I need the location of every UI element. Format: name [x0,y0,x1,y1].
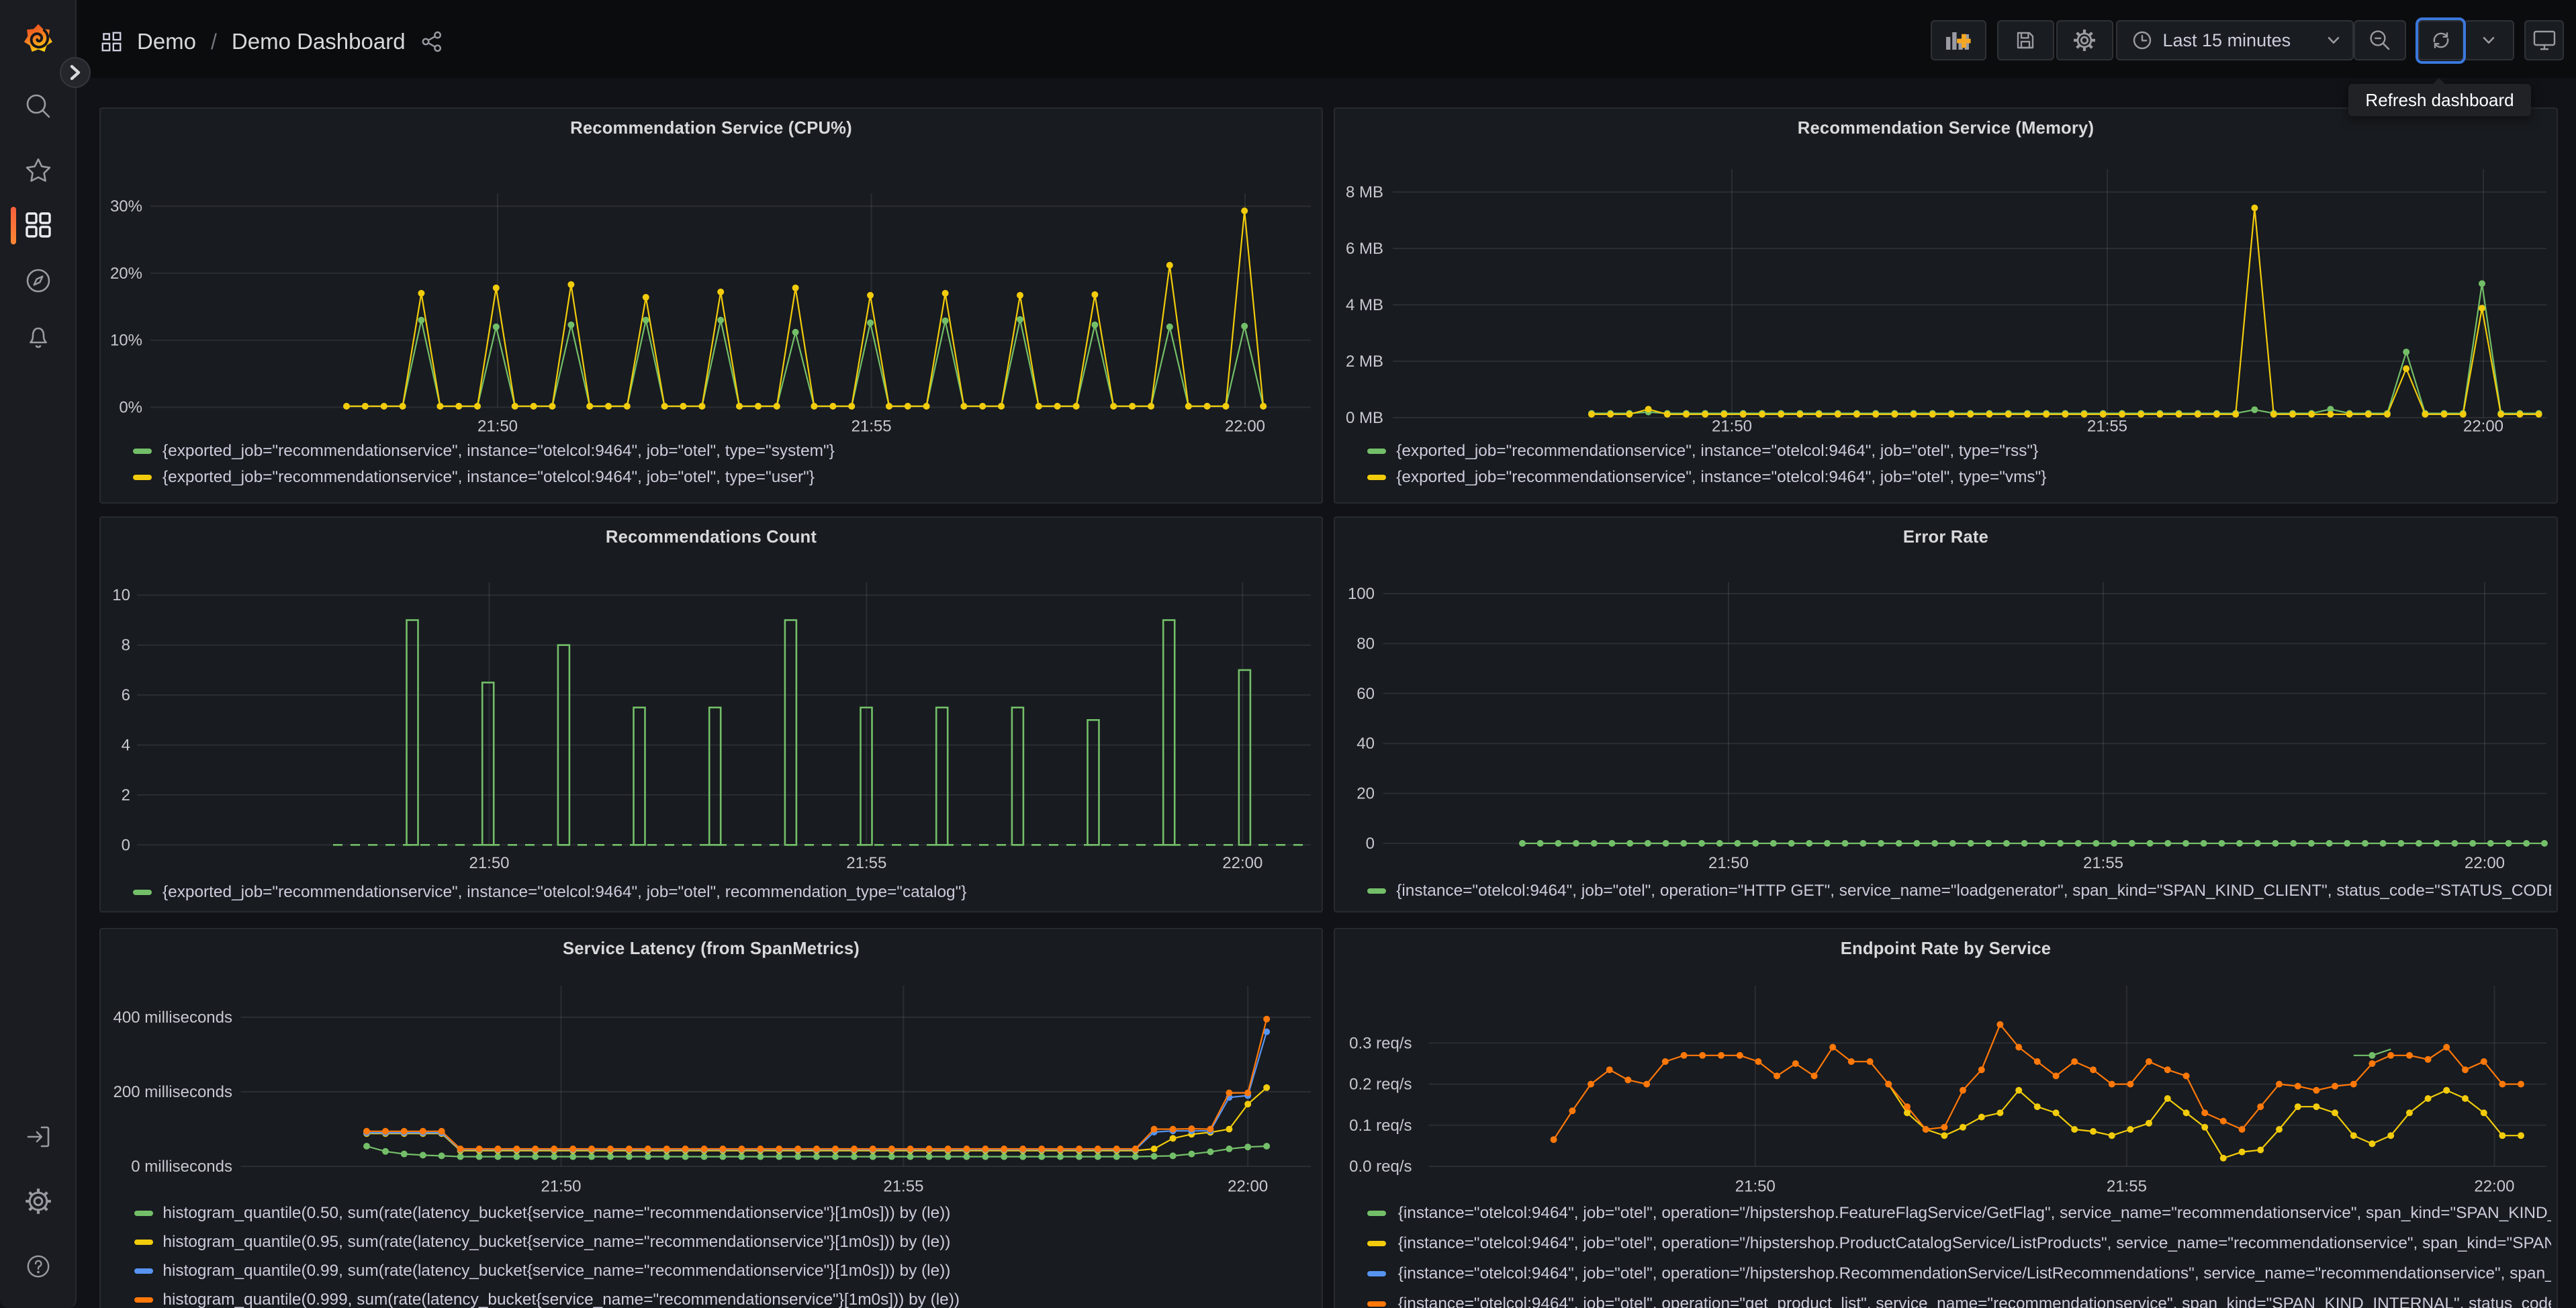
svg-text:0 milliseconds: 0 milliseconds [131,1158,232,1176]
svg-text:21:55: 21:55 [2107,1178,2147,1196]
svg-text:21:55: 21:55 [2083,854,2123,872]
svg-text:21:50: 21:50 [469,854,509,872]
svg-text:2 MB: 2 MB [1346,353,1383,371]
svg-text:40: 40 [1356,735,1375,753]
svg-text:0.0 req/s: 0.0 req/s [1349,1158,1412,1176]
svg-text:6: 6 [122,686,130,704]
svg-text:60: 60 [1356,685,1375,703]
svg-text:100: 100 [1348,585,1375,603]
svg-text:10%: 10% [110,332,142,350]
svg-text:22:00: 22:00 [1222,854,1262,872]
svg-text:22:00: 22:00 [2465,854,2505,872]
svg-text:21:55: 21:55 [883,1178,923,1196]
svg-text:30%: 30% [110,197,142,216]
svg-text:10: 10 [112,586,130,604]
svg-text:6 MB: 6 MB [1346,240,1383,258]
svg-text:21:50: 21:50 [1708,854,1749,872]
svg-text:0.1 req/s: 0.1 req/s [1349,1117,1412,1135]
svg-text:8 MB: 8 MB [1346,183,1383,201]
svg-text:21:50: 21:50 [1735,1178,1776,1196]
svg-text:400 milliseconds: 400 milliseconds [113,1009,232,1027]
svg-text:80: 80 [1356,635,1375,653]
svg-text:20: 20 [1356,785,1375,803]
svg-text:21:55: 21:55 [2087,417,2127,435]
svg-text:0.3 req/s: 0.3 req/s [1349,1034,1412,1052]
svg-text:2: 2 [122,786,130,804]
svg-text:21:55: 21:55 [846,854,886,872]
svg-text:22:00: 22:00 [1228,1178,1268,1196]
svg-text:22:00: 22:00 [1225,417,1265,435]
svg-text:22:00: 22:00 [2463,417,2503,435]
svg-text:21:50: 21:50 [541,1178,581,1196]
svg-text:0: 0 [122,836,130,854]
svg-text:4 MB: 4 MB [1346,296,1383,314]
svg-text:0 MB: 0 MB [1346,409,1383,427]
svg-text:4: 4 [122,736,130,754]
svg-text:20%: 20% [110,265,142,283]
svg-text:8: 8 [122,637,130,655]
svg-text:21:55: 21:55 [852,417,892,435]
svg-text:200 milliseconds: 200 milliseconds [113,1083,232,1101]
svg-text:0.2 req/s: 0.2 req/s [1349,1076,1412,1094]
svg-text:21:50: 21:50 [1712,417,1752,435]
svg-text:21:50: 21:50 [477,417,518,435]
svg-text:0%: 0% [119,398,142,416]
svg-text:22:00: 22:00 [2474,1178,2514,1196]
svg-text:0: 0 [1366,835,1375,853]
